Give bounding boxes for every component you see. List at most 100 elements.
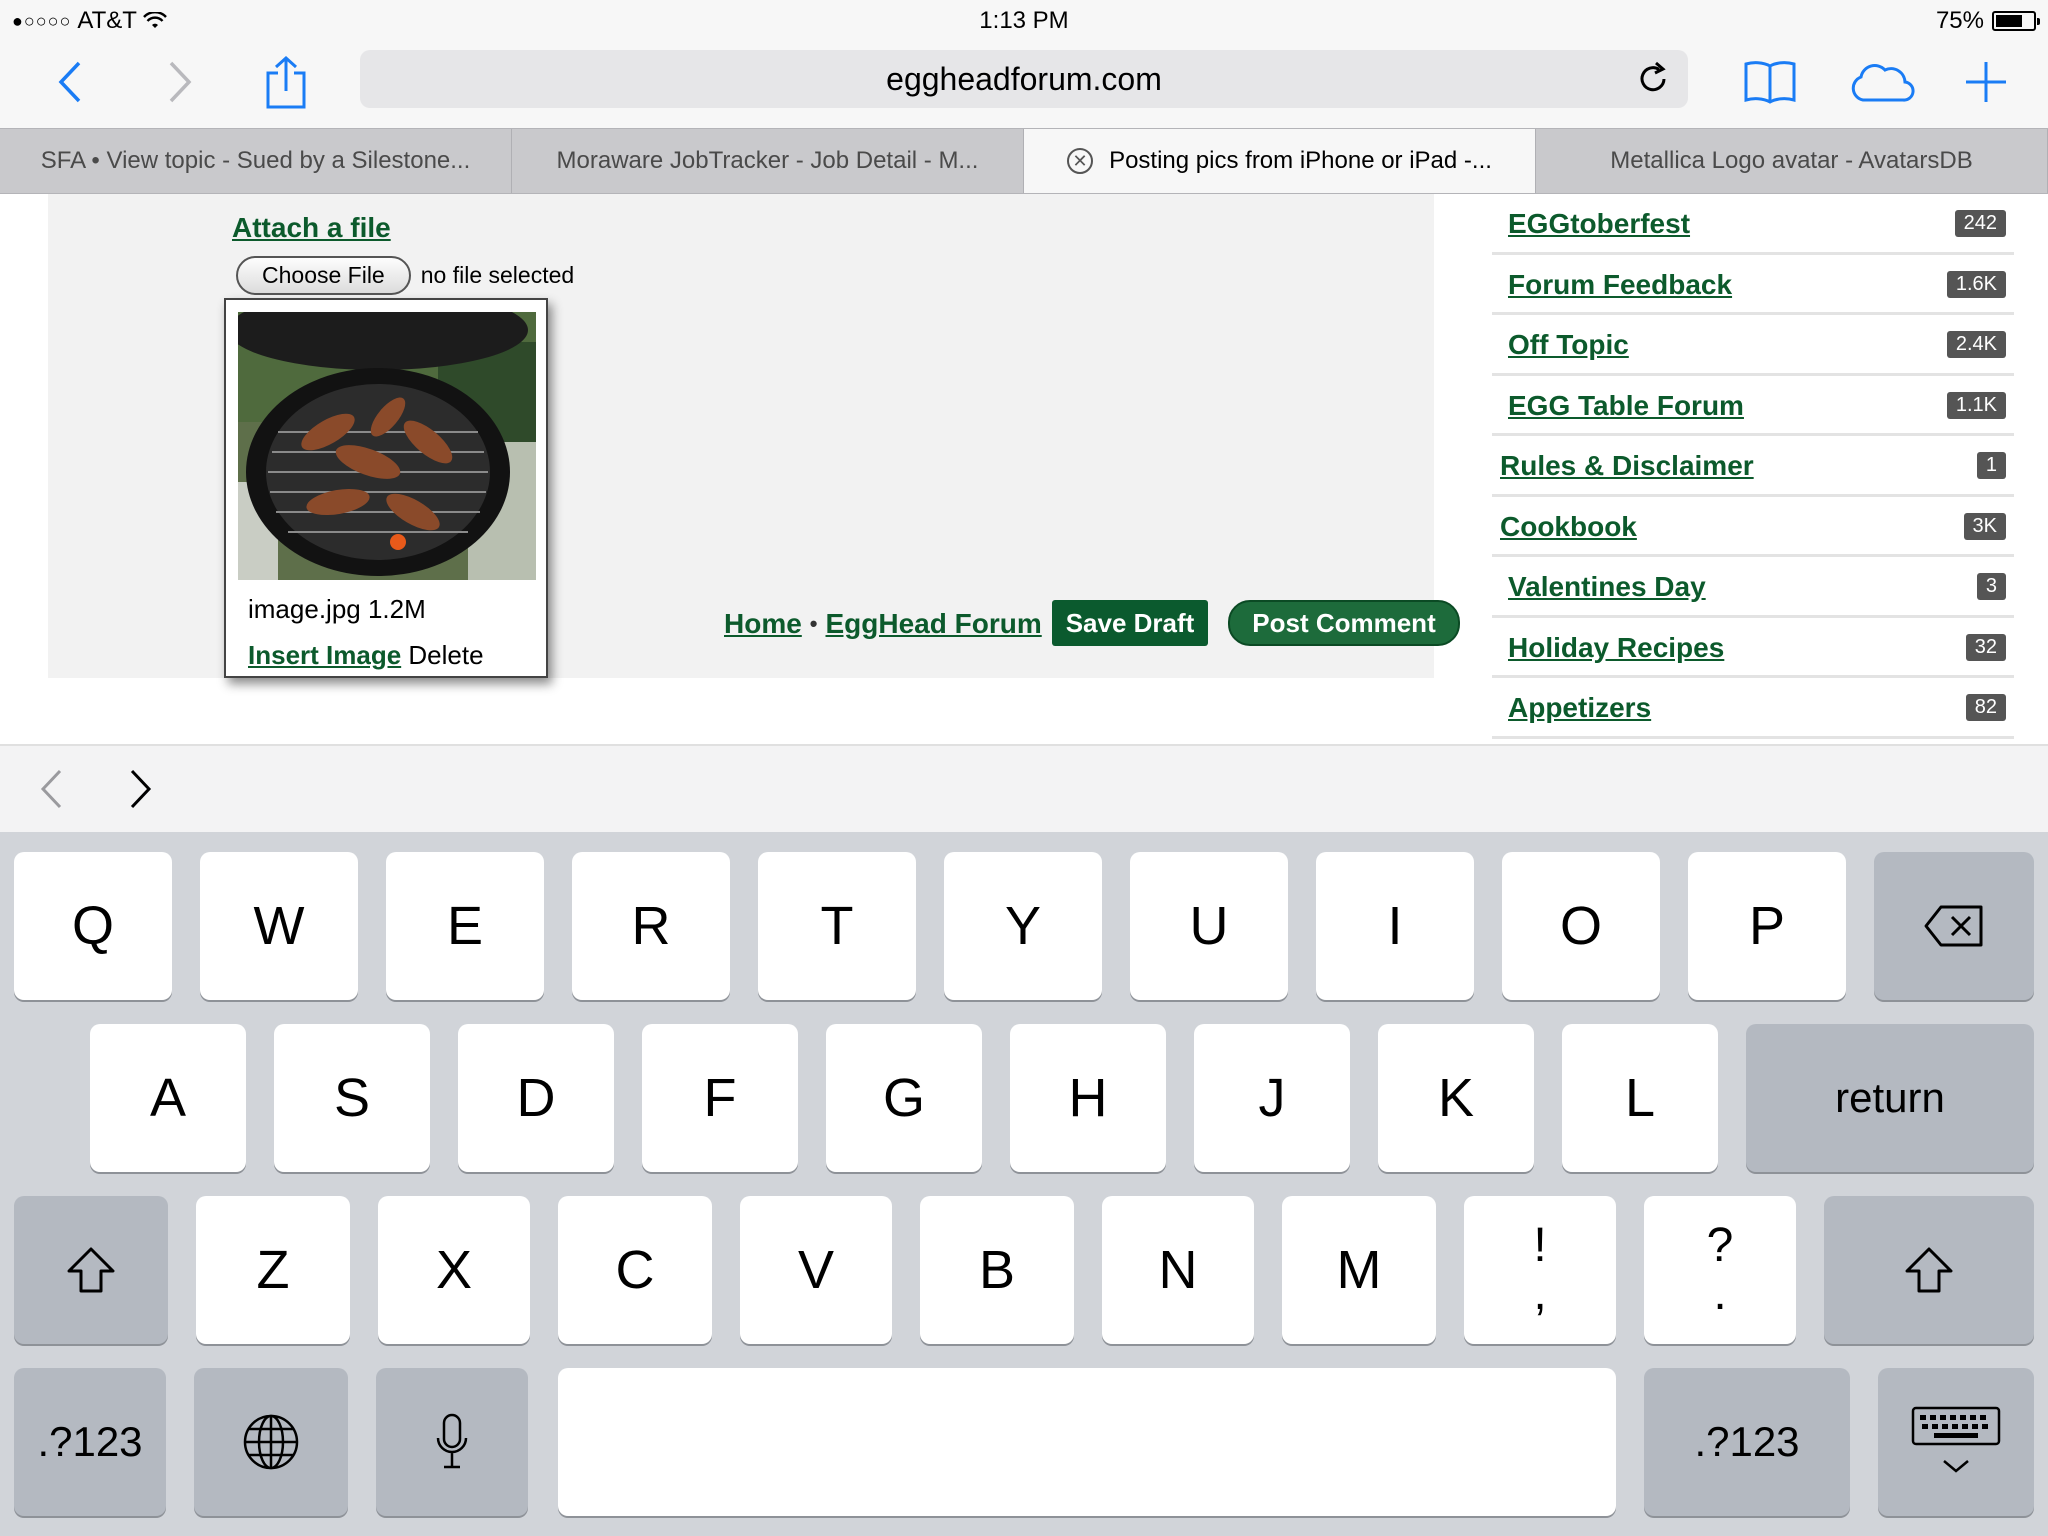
key-y[interactable]: Y — [944, 852, 1102, 1000]
tab-metallica[interactable]: Metallica Logo avatar - AvatarsDB — [1536, 129, 2048, 193]
return-key[interactable]: return — [1746, 1024, 2034, 1172]
shift-icon — [67, 1247, 115, 1293]
key-w[interactable]: W — [200, 852, 358, 1000]
tab-moraware[interactable]: Moraware JobTracker - Job Detail - M... — [512, 129, 1024, 193]
save-draft-button[interactable]: Save Draft — [1052, 600, 1208, 646]
book-icon — [1744, 61, 1796, 104]
key-h[interactable]: H — [1010, 1024, 1166, 1172]
tab-label: Posting pics from iPhone or iPad -... — [1109, 147, 1492, 174]
key-a[interactable]: A — [90, 1024, 246, 1172]
upload-actions: Insert Image Delete — [248, 640, 484, 671]
choose-file-button[interactable]: Choose File — [236, 256, 411, 295]
category-item[interactable]: Forum Feedback 1.6K — [1492, 255, 2014, 315]
tab-label: SFA • View topic - Sued by a Silestone..… — [40, 147, 471, 174]
category-item[interactable]: EGGtoberfest 242 — [1492, 194, 2014, 255]
key-o[interactable]: O — [1502, 852, 1660, 1000]
category-item[interactable]: EGG Table Forum 1.1K — [1492, 376, 2014, 436]
category-name[interactable]: Cookbook — [1500, 511, 1637, 543]
category-count-badge: 242 — [1954, 210, 2006, 237]
category-item[interactable]: Appetizers 82 — [1492, 678, 2014, 739]
category-name[interactable]: EGG Table Forum — [1508, 390, 1744, 422]
attach-file-link[interactable]: Attach a file — [232, 212, 391, 244]
share-button[interactable] — [256, 52, 316, 112]
category-name[interactable]: Valentines Day — [1508, 571, 1706, 603]
category-name[interactable]: EGGtoberfest — [1508, 208, 1690, 240]
chevron-right-icon — [130, 769, 152, 809]
key-z[interactable]: Z — [196, 1196, 350, 1344]
numbers-key-right[interactable]: .?123 — [1644, 1368, 1850, 1516]
close-tab-icon[interactable]: ✕ — [1067, 148, 1094, 174]
category-item[interactable]: Cookbook 3K — [1492, 497, 2014, 557]
key-bottom-char: , — [1533, 1267, 1547, 1320]
battery-fill — [1996, 15, 2022, 27]
numbers-key-left[interactable]: .?123 — [14, 1368, 166, 1516]
bookmarks-button[interactable] — [1738, 52, 1802, 112]
key-u[interactable]: U — [1130, 852, 1288, 1000]
key-q[interactable]: Q — [14, 852, 172, 1000]
key-p[interactable]: P — [1688, 852, 1846, 1000]
battery-status: 75% — [1935, 7, 2040, 35]
address-bar[interactable]: eggheadforum.com — [360, 50, 1688, 108]
hide-keyboard-key[interactable] — [1878, 1368, 2034, 1516]
key-j[interactable]: J — [1194, 1024, 1350, 1172]
tab-sfa[interactable]: SFA • View topic - Sued by a Silestone..… — [0, 129, 512, 193]
category-name[interactable]: Rules & Disclaimer — [1500, 450, 1754, 482]
key-f[interactable]: F — [642, 1024, 798, 1172]
breadcrumb-forum[interactable]: EggHead Forum — [826, 608, 1042, 640]
key-i[interactable]: I — [1316, 852, 1474, 1000]
key-v[interactable]: V — [740, 1196, 892, 1344]
key-l[interactable]: L — [1562, 1024, 1718, 1172]
upload-file-info: image.jpg 1.2M — [248, 594, 426, 624]
delete-link[interactable]: Delete — [408, 640, 483, 670]
category-count-badge: 82 — [1965, 694, 2006, 721]
chevron-right-icon — [169, 61, 192, 103]
key-exclamation-comma[interactable]: !, — [1464, 1196, 1616, 1344]
next-field-button[interactable] — [116, 764, 166, 814]
key-x[interactable]: X — [378, 1196, 530, 1344]
key-d[interactable]: D — [458, 1024, 614, 1172]
key-g[interactable]: G — [826, 1024, 982, 1172]
key-n[interactable]: N — [1102, 1196, 1254, 1344]
share-icon — [266, 55, 306, 109]
breadcrumb-home[interactable]: Home — [724, 608, 802, 640]
category-name[interactable]: Forum Feedback — [1508, 269, 1732, 301]
shift-key-left[interactable] — [14, 1196, 168, 1344]
previous-field-button[interactable] — [26, 764, 76, 814]
icloud-tabs-button[interactable] — [1846, 52, 1918, 112]
tab-posting-pics[interactable]: ✕ Posting pics from iPhone or iPad -... — [1024, 129, 1536, 193]
category-name[interactable]: Off Topic — [1508, 329, 1629, 361]
key-m[interactable]: M — [1282, 1196, 1436, 1344]
delete-key[interactable] — [1874, 852, 2034, 1000]
grill-photo — [238, 312, 536, 580]
category-count-badge: 1.1K — [1946, 391, 2006, 419]
reload-icon[interactable] — [1634, 60, 1672, 98]
key-c[interactable]: C — [558, 1196, 712, 1344]
category-name[interactable]: Appetizers — [1508, 692, 1651, 724]
key-question-period[interactable]: ?. — [1644, 1196, 1796, 1344]
new-tab-button[interactable] — [1956, 52, 2016, 112]
plus-icon — [1966, 62, 2006, 102]
key-r[interactable]: R — [572, 852, 730, 1000]
forward-button[interactable] — [150, 52, 210, 112]
space-bar[interactable] — [558, 1368, 1616, 1516]
key-b[interactable]: B — [920, 1196, 1074, 1344]
key-e[interactable]: E — [386, 852, 544, 1000]
category-name[interactable]: Holiday Recipes — [1508, 632, 1724, 664]
category-item[interactable]: Holiday Recipes 32 — [1492, 618, 2014, 678]
category-item[interactable]: Rules & Disclaimer 1 — [1492, 436, 2014, 497]
category-count-badge: 2.4K — [1946, 331, 2006, 358]
microphone-icon — [436, 1413, 468, 1469]
category-item[interactable]: Valentines Day 3 — [1492, 557, 2014, 618]
category-item[interactable]: Off Topic 2.4K — [1492, 315, 2014, 376]
back-button[interactable] — [40, 52, 100, 112]
insert-image-link[interactable]: Insert Image — [248, 640, 401, 670]
battery-percent: 75% — [1935, 7, 1984, 34]
key-k[interactable]: K — [1378, 1024, 1534, 1172]
shift-key-right[interactable] — [1824, 1196, 2034, 1344]
post-comment-button[interactable]: Post Comment — [1228, 600, 1460, 646]
key-t[interactable]: T — [758, 852, 916, 1000]
key-s[interactable]: S — [274, 1024, 430, 1172]
globe-key[interactable] — [194, 1368, 348, 1516]
dictation-key[interactable] — [376, 1368, 528, 1516]
key-top-char: ? — [1706, 1219, 1734, 1272]
